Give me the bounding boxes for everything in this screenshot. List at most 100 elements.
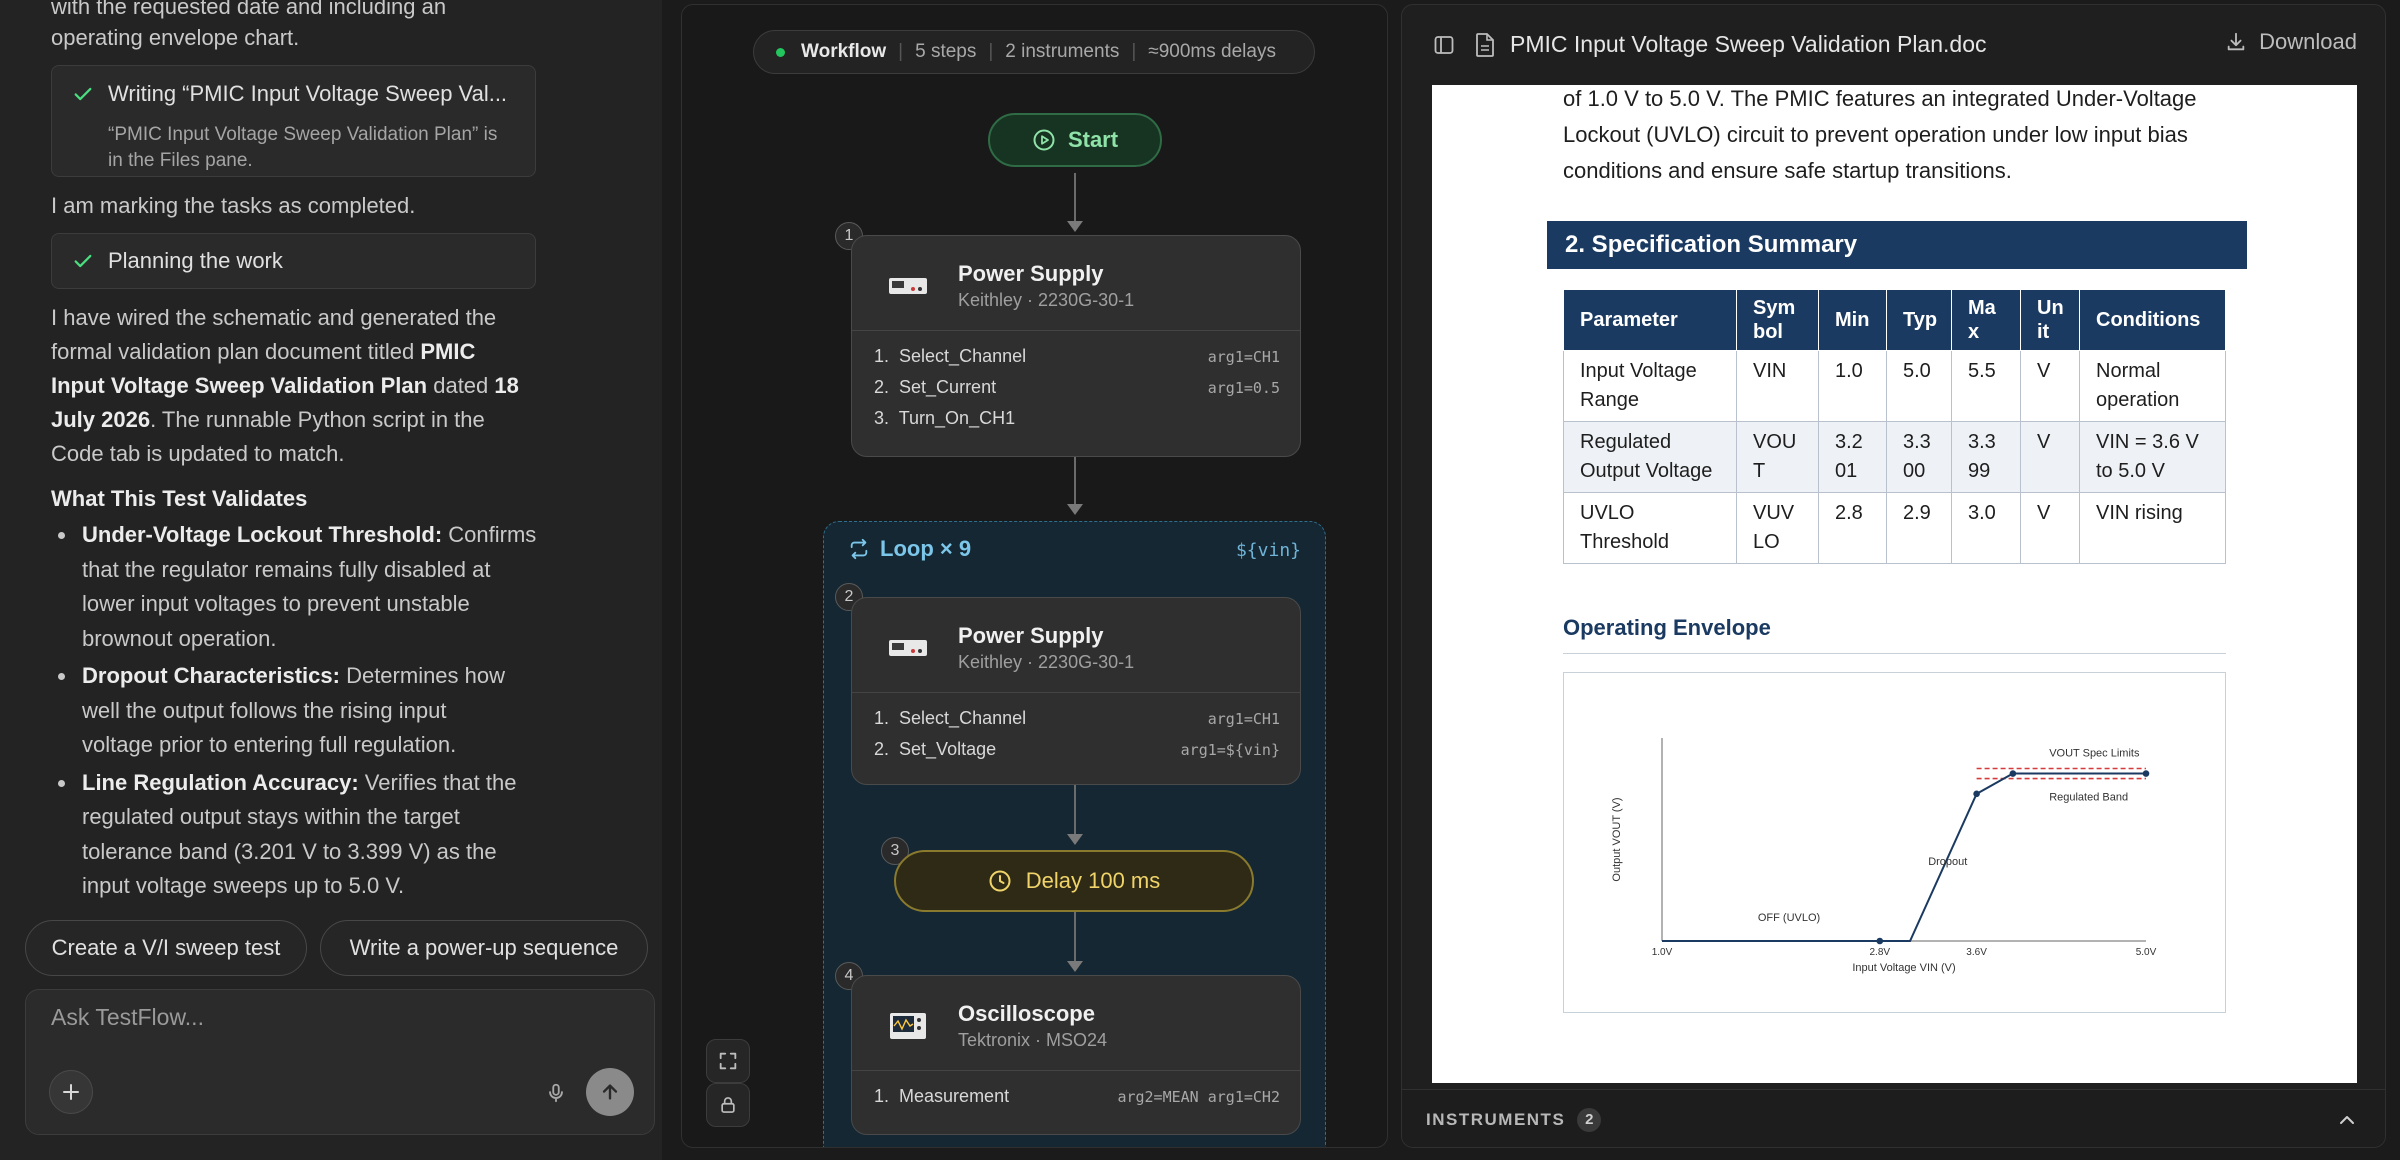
sidebar-toggle-icon[interactable] (1432, 33, 1456, 57)
table-cell: UVLO Threshold (1563, 492, 1737, 564)
regulated-band-annotation: Regulated Band (2049, 792, 2128, 804)
power-supply-node-1[interactable]: Power Supply Keithley · 2230G-30-1 1. Se… (851, 235, 1301, 457)
arrow-up-icon (602, 1084, 618, 1100)
attach-button[interactable] (49, 1070, 93, 1114)
suggestion-chip[interactable]: Write a power-up sequence (320, 920, 648, 976)
x-tick-label: 2.8V (1870, 947, 1891, 958)
composer-input[interactable]: Ask TestFlow... (51, 1004, 204, 1031)
table-row: UVLO Threshold VUV LO 2.8 2.9 3.0 V VIN rising (1563, 492, 2226, 564)
table-cell: 2.8 (1818, 492, 1887, 564)
fullscreen-icon (719, 1052, 737, 1070)
chat-message-text: July 2026. The runnable Python script in… (51, 407, 485, 432)
download-button[interactable]: Download (2225, 29, 2357, 55)
table-cell: 3.3 99 (1951, 421, 2021, 493)
plus-icon (63, 1084, 79, 1100)
chevron-up-icon[interactable] (2337, 1110, 2357, 1130)
chat-message-text: I am marking the tasks as completed. (51, 193, 416, 218)
dropout-annotation: Dropout (1928, 856, 1967, 868)
table-cell: VIN rising (2079, 492, 2226, 564)
mic-icon (549, 1083, 563, 1103)
table-cell: 3.2 01 (1818, 421, 1887, 493)
table-cell: VOU T (1736, 421, 1819, 493)
task-title: Planning the work (108, 248, 283, 273)
document-panel: PMIC Input Voltage Sweep Validation Plan… (1401, 4, 2386, 1148)
task-title: Writing “PMIC Input Voltage Sweep Val... (108, 81, 508, 106)
chat-message-text: formal validation plan document titled P… (51, 339, 476, 364)
node-subtitle: Tektronix · MSO24 (958, 1030, 1108, 1050)
node-step[interactable]: 1. Select_Channel arg1=CH1 (852, 341, 1300, 372)
instruments-footer[interactable]: INSTRUMENTS 2 (1402, 1089, 2385, 1147)
doc-paragraph: Lockout (UVLO) circuit to prevent operat… (1563, 122, 2188, 147)
node-step[interactable]: 1. Select_Channel arg1=CH1 (852, 703, 1300, 734)
start-node[interactable]: Start (988, 113, 1162, 167)
envelope-heading: Operating Envelope (1563, 615, 1771, 640)
steps-count: 5 steps (915, 41, 977, 62)
task-writing-document[interactable]: Writing “PMIC Input Voltage Sweep Val...… (51, 65, 536, 177)
loop-label: Loop × 9 (880, 536, 972, 561)
download-icon (2227, 32, 2245, 51)
loop-header: Loop × 9 (848, 536, 971, 562)
col-header: Typ (1886, 289, 1952, 351)
delays-total: ≈900ms delays (1148, 41, 1276, 62)
node-step[interactable]: 2. Set_Current arg1=0.5 (852, 372, 1300, 403)
instruments-count: 2 instruments (1005, 41, 1120, 62)
table-cell: 1.0 (1818, 350, 1887, 422)
check-icon (74, 87, 92, 101)
lock-button[interactable] (706, 1083, 750, 1127)
table-cell: 2.9 (1886, 492, 1952, 564)
chat-message-text: Input Voltage Sweep Validation Plan date… (51, 373, 519, 398)
data-point (1973, 790, 1980, 798)
workflow-summary-bar: Workflow | 5 steps | 2 instruments | ≈90… (753, 30, 1315, 74)
table-cell: VIN (1736, 350, 1819, 422)
table-cell: V (2020, 421, 2080, 493)
x-tick-label: 3.6V (1966, 947, 1987, 958)
suggestion-chip[interactable]: Create a V/I sweep test (25, 920, 307, 976)
table-cell: 3.0 (1951, 492, 2021, 564)
table-cell: 5.5 (1951, 350, 2021, 422)
list-item: Line Regulation Accuracy: Verifies that … (51, 766, 551, 904)
col-header: Min (1818, 289, 1887, 351)
status-dot (776, 47, 785, 57)
operating-envelope-chart: 1.0V 2.8V 3.6V 5.0V Input Voltage VIN (V) Out… (1563, 672, 2226, 1013)
x-axis-label: Input Voltage VIN (V) (1852, 962, 1955, 974)
node-step[interactable]: 3. Turn_On_CH1 (852, 403, 1300, 434)
col-header: Parameter (1563, 289, 1737, 351)
col-header: Un it (2020, 289, 2080, 351)
chat-composer[interactable]: Ask TestFlow... (25, 989, 655, 1135)
power-supply-icon (889, 278, 927, 294)
document-page: of 1.0 V to 5.0 V. The PMIC features an … (1432, 85, 2357, 1083)
check-icon (74, 254, 92, 268)
clock-icon (989, 870, 1011, 892)
node-step[interactable]: 2. Set_Voltage arg1=${vin} (852, 734, 1300, 765)
mic-button[interactable] (536, 1073, 576, 1113)
loop-variable: ${vin} (1235, 540, 1301, 561)
table-cell: V (2020, 350, 2080, 422)
y-axis-label: Output VOUT (V) (1611, 797, 1623, 881)
validation-list: Under-Voltage Lockout Threshold: Confirm… (51, 518, 551, 904)
table-cell: 3.3 00 (1886, 421, 1952, 493)
node-subtitle: Keithley · 2230G-30-1 (958, 652, 1135, 672)
send-button[interactable] (586, 1068, 634, 1116)
col-header: Ma x (1951, 289, 2021, 351)
chat-message-text: Code tab is updated to match. (51, 441, 345, 466)
section-heading: 2. Specification Summary (1547, 221, 2247, 269)
document-icon (1476, 33, 1494, 57)
play-circle-icon (1033, 129, 1055, 151)
x-tick-label: 1.0V (1652, 947, 1673, 958)
oscilloscope-node[interactable]: Oscilloscope Tektronix · MSO24 1. Measur… (851, 975, 1301, 1135)
table-cell: V (2020, 492, 2080, 564)
col-header: Sym bol (1736, 289, 1819, 351)
col-header: Conditions (2079, 289, 2226, 351)
chat-message-text: operating envelope chart. (51, 25, 300, 50)
task-planning[interactable]: Planning the work (51, 233, 536, 289)
chat-message-text: I have wired the schematic and generated… (51, 305, 497, 330)
node-step[interactable]: 1. Measurement arg2=MEAN arg1=CH2 (852, 1081, 1300, 1112)
workflow-canvas[interactable]: Workflow | 5 steps | 2 instruments | ≈90… (681, 4, 1388, 1148)
power-supply-node-2[interactable]: Power Supply Keithley · 2230G-30-1 1. Se… (851, 597, 1301, 785)
delay-node[interactable]: Delay 100 ms (894, 850, 1254, 912)
node-title: Oscilloscope (958, 1001, 1095, 1026)
spec-limits-annotation: VOUT Spec Limits (2049, 748, 2140, 760)
data-point (2142, 770, 2150, 777)
fit-view-button[interactable] (706, 1039, 750, 1083)
list-item: Dropout Characteristics: Determines how … (51, 659, 551, 763)
